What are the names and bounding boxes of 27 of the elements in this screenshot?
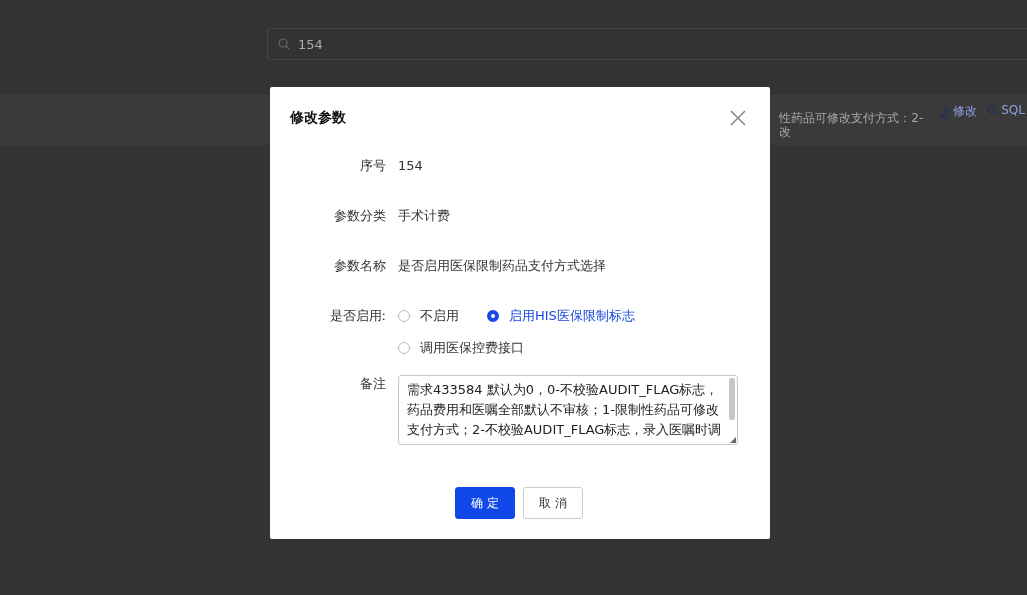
confirm-button[interactable]: 确 定 <box>455 487 515 519</box>
resize-grip-icon <box>730 437 736 443</box>
pencil-icon <box>939 106 951 117</box>
field-label: 参数名称 <box>333 257 387 275</box>
table-cell-text: 性药品可修改支付方式：2- <box>779 111 925 125</box>
field-label: 备注 <box>359 375 387 393</box>
field-label: 参数分类 <box>333 207 387 225</box>
action-link[interactable]: SQL <box>987 103 1025 117</box>
field-value: 是否启用医保限制药品支付方式选择 <box>398 257 606 275</box>
radio-option[interactable]: 启用HIS医保限制标志 <box>487 307 635 325</box>
field-value: 154 <box>398 157 423 175</box>
field-label: 是否启用: <box>328 307 387 325</box>
radio-option[interactable]: 调用医保控费接口 <box>398 339 524 357</box>
radio-option[interactable]: 不启用 <box>398 307 459 325</box>
search-icon <box>987 104 999 116</box>
search-icon <box>278 38 290 50</box>
search-field[interactable]: 154 <box>267 28 1027 60</box>
remark-textarea[interactable]: 需求433584 默认为0，0-不校验AUDIT_FLAG标志，药品费用和医嘱全部默认不审核；1-限制性药品可修改支付方式；2-不校验AUDIT_FLAG标志，录入医嘱时调 <box>398 375 738 445</box>
action-link[interactable]: 修改 <box>939 103 978 120</box>
cancel-button[interactable]: 取 消 <box>523 487 583 519</box>
search-value: 154 <box>298 36 323 52</box>
dialog-title: 修改参数 <box>290 109 346 127</box>
table-cell-text: 改 <box>779 125 793 139</box>
close-icon[interactable] <box>730 110 746 126</box>
field-value: 手术计费 <box>398 207 450 225</box>
scrollbar-thumb[interactable] <box>729 378 735 420</box>
field-label: 序号 <box>359 157 387 175</box>
